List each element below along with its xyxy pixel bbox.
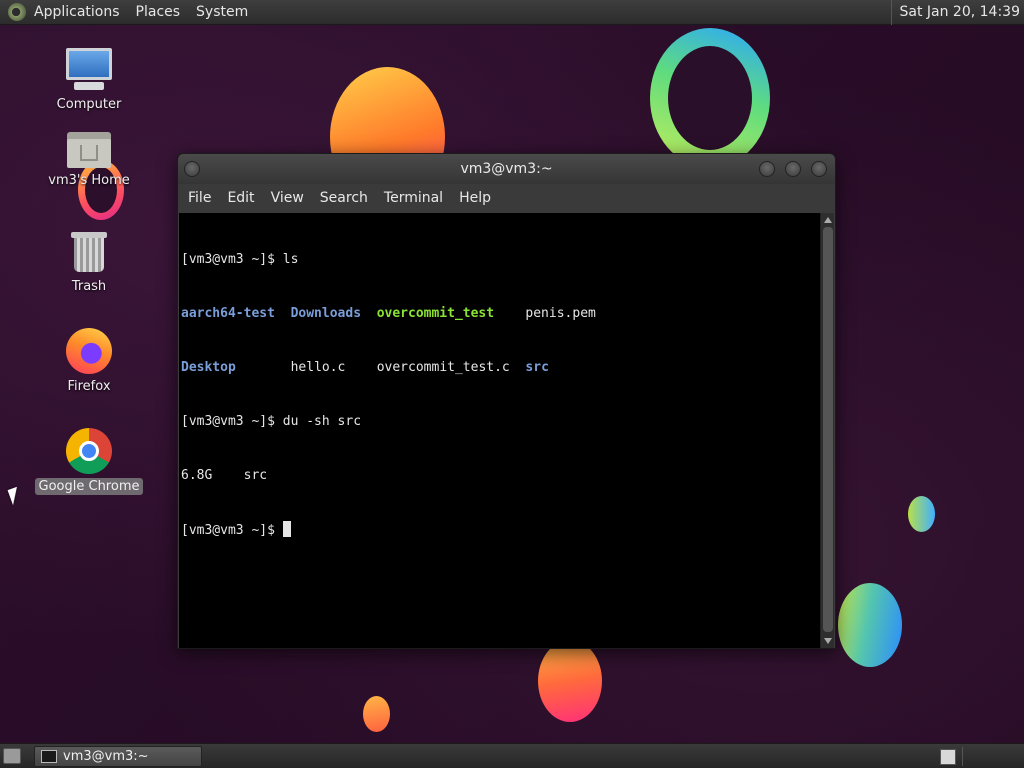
menu-places[interactable]: Places: [136, 4, 189, 20]
wallpaper-bottom-blob: [538, 640, 602, 722]
menu-search[interactable]: Search: [312, 184, 376, 213]
command: ls: [282, 252, 299, 267]
terminal-line: [vm3@vm3 ~]$ du -sh src: [181, 413, 819, 431]
desktop-icon-computer[interactable]: Computer: [34, 46, 144, 113]
maximize-button[interactable]: [785, 161, 801, 177]
desktop-icon-chrome[interactable]: Google Chrome: [34, 428, 144, 495]
desktop-icon-label: Google Chrome: [34, 478, 144, 495]
computer-icon: [64, 46, 114, 92]
desktop-icon-firefox[interactable]: Firefox: [34, 328, 144, 395]
wallpaper-ring: [650, 28, 770, 168]
text-cursor: [282, 521, 291, 537]
menu-terminal[interactable]: Terminal: [376, 184, 451, 213]
chrome-icon: [66, 428, 112, 474]
dir-entry: Downloads: [290, 306, 362, 321]
taskbar-item-terminal[interactable]: vm3@vm3:~: [34, 746, 202, 767]
dir-entry: src: [525, 360, 549, 375]
terminal-line: aarch64-test Downloads overcommit_test p…: [181, 305, 819, 323]
trash-icon: [71, 230, 107, 274]
desktop-icon-label: vm3's Home: [48, 173, 130, 188]
menu-view[interactable]: View: [263, 184, 312, 213]
menu-edit[interactable]: Edit: [219, 184, 262, 213]
home-folder-icon: [67, 130, 111, 168]
show-desktop-icon[interactable]: [3, 748, 21, 764]
file-entry: overcommit_test.c: [376, 360, 510, 375]
terminal-icon: [41, 750, 57, 763]
menu-file[interactable]: File: [180, 184, 219, 213]
prompt: [vm3@vm3 ~]$: [181, 523, 283, 538]
menu-system[interactable]: System: [196, 4, 256, 20]
clock[interactable]: Sat Jan 20, 14:39: [890, 0, 1020, 25]
exec-entry: overcommit_test: [376, 306, 495, 321]
window-title: vm3@vm3:~: [460, 161, 553, 177]
minimize-button[interactable]: [759, 161, 775, 177]
distro-logo-icon[interactable]: [8, 3, 26, 21]
terminal-scrollbar[interactable]: [820, 213, 834, 648]
command: du -sh src: [282, 414, 362, 429]
prompt: [vm3@vm3 ~]$: [181, 414, 283, 429]
terminal-line: [vm3@vm3 ~]$: [181, 521, 819, 539]
prompt: [vm3@vm3 ~]$: [181, 252, 283, 267]
scrollbar-thumb[interactable]: [823, 227, 833, 632]
terminal-line: 6.8G src: [181, 467, 819, 485]
scroll-down-icon[interactable]: [824, 638, 832, 644]
menu-help[interactable]: Help: [451, 184, 499, 213]
dir-entry: Desktop: [181, 360, 236, 375]
dir-entry: aarch64-test: [181, 306, 275, 321]
command-output: 6.8G src: [181, 468, 268, 483]
panel-separator: [962, 747, 963, 766]
desktop-icon-label: Trash: [71, 279, 107, 294]
desktop-icon-home[interactable]: vm3's Home: [34, 130, 144, 189]
desktop-icon-label: Computer: [56, 97, 122, 112]
desktop-icon-trash[interactable]: Trash: [34, 230, 144, 295]
menu-applications[interactable]: Applications: [34, 4, 128, 20]
window-menu-button[interactable]: [184, 161, 200, 177]
terminal-line: [vm3@vm3 ~]$ ls: [181, 251, 819, 269]
top-panel: Applications Places System Sat Jan 20, 1…: [0, 0, 1024, 25]
terminal-line: Desktop hello.c overcommit_test.c src: [181, 359, 819, 377]
workspace-switcher[interactable]: [940, 749, 956, 765]
firefox-icon: [66, 328, 112, 374]
file-entry: penis.pem: [525, 306, 596, 321]
file-entry: hello.c: [290, 360, 346, 375]
wallpaper-blue-blob: [838, 583, 902, 667]
close-button[interactable]: [811, 161, 827, 177]
wallpaper-small-blue-blob: [908, 496, 935, 532]
terminal-window: vm3@vm3:~ File Edit View Search Terminal…: [177, 153, 836, 649]
mouse-pointer-icon: [7, 486, 23, 506]
wallpaper-small-blob: [363, 696, 390, 732]
bottom-panel: vm3@vm3:~: [0, 743, 1024, 768]
terminal-output[interactable]: [vm3@vm3 ~]$ ls aarch64-test Downloads o…: [179, 213, 821, 648]
taskbar-item-label: vm3@vm3:~: [63, 749, 149, 764]
window-titlebar[interactable]: vm3@vm3:~: [178, 154, 835, 184]
window-menubar: File Edit View Search Terminal Help: [178, 184, 835, 213]
scroll-up-icon[interactable]: [824, 217, 832, 223]
desktop-icon-label: Firefox: [67, 379, 111, 394]
